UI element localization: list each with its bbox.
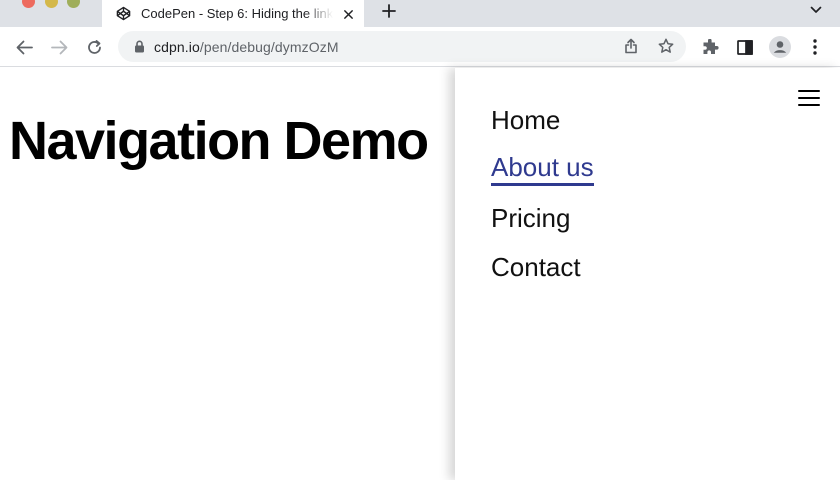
address-bar[interactable]: cdpn.io/pen/debug/dymzOzM <box>118 31 686 62</box>
url-text[interactable]: cdpn.io/pen/debug/dymzOzM <box>154 39 339 55</box>
share-icon[interactable] <box>620 35 642 57</box>
nav-list: Home About us Pricing Contact <box>491 103 594 299</box>
maximize-window-button[interactable] <box>67 0 80 8</box>
nav-drawer: Home About us Pricing Contact <box>455 68 840 480</box>
avatar-icon <box>769 36 791 58</box>
star-icon[interactable] <box>655 35 677 57</box>
lock-icon[interactable] <box>132 40 146 54</box>
page-title: Navigation Demo <box>9 111 429 171</box>
url-path: /pen/debug/dymzOzM <box>199 38 339 55</box>
nav-link-pricing[interactable]: Pricing <box>491 201 570 235</box>
arrow-left-icon <box>16 40 33 54</box>
new-tab-button[interactable] <box>378 0 400 22</box>
tab-title: CodePen - Step 6: Hiding the links <box>141 6 333 21</box>
nav-link-home[interactable]: Home <box>491 103 560 137</box>
url-host: cdpn.io <box>154 38 200 55</box>
chrome-menu-button[interactable] <box>804 36 826 58</box>
page-viewport: Navigation Demo Home About us Pricing Co… <box>0 68 840 480</box>
forward-button[interactable] <box>48 36 70 58</box>
extensions-button[interactable] <box>699 36 721 58</box>
profile-button[interactable] <box>769 36 791 58</box>
side-panel-button[interactable] <box>734 36 756 58</box>
nav-link-contact[interactable]: Contact <box>491 250 581 284</box>
browser-toolbar: cdpn.io/pen/debug/dymzOzM <box>0 27 840 67</box>
nav-link-about-us[interactable]: About us <box>491 152 594 186</box>
tab-strip: CodePen - Step 6: Hiding the links <box>0 0 840 27</box>
minimize-window-button[interactable] <box>45 0 58 8</box>
kebab-menu-icon <box>813 39 817 55</box>
browser-tab[interactable]: CodePen - Step 6: Hiding the links <box>102 0 364 27</box>
arrow-right-icon <box>50 40 67 54</box>
side-panel-icon <box>737 39 753 55</box>
back-button[interactable] <box>13 36 35 58</box>
tab-search-chevron-icon[interactable] <box>806 0 826 20</box>
reload-button[interactable] <box>83 36 105 58</box>
puzzle-icon <box>703 38 719 54</box>
hamburger-menu-icon[interactable] <box>798 90 820 106</box>
codepen-icon <box>116 6 131 21</box>
reload-icon <box>87 39 101 54</box>
close-window-button[interactable] <box>22 0 35 8</box>
close-tab-icon[interactable] <box>340 6 356 22</box>
